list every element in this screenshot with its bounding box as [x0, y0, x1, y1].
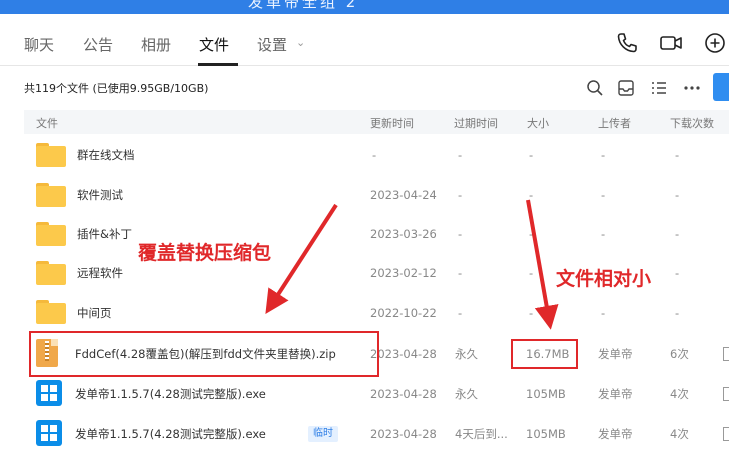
arrow-to-zip-row [265, 203, 338, 315]
annotation-arrows [265, 199, 559, 330]
group-files-window: 发单帝全组 2 聊天 公告 相册 文件 设置 ⌄ 共119个文件 (已使用9.9… [0, 0, 729, 450]
arrow-to-size [526, 199, 559, 330]
